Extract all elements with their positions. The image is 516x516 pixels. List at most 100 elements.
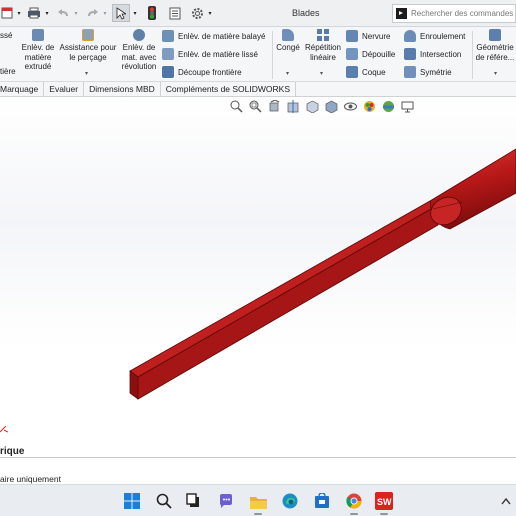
intersect-label: Intersection bbox=[420, 49, 462, 59]
chevron-down-icon[interactable]: ▾ bbox=[72, 4, 80, 22]
linear-pattern-button[interactable]: Répétition linéaire bbox=[302, 29, 344, 62]
redo-button[interactable] bbox=[84, 4, 100, 22]
taskbar-search-button[interactable] bbox=[154, 491, 174, 511]
intersect-button[interactable]: Intersection bbox=[404, 46, 461, 62]
solidworks-icon: SW bbox=[375, 492, 393, 510]
draft-label: Dépouille bbox=[362, 49, 396, 59]
rib-button[interactable]: Nervure bbox=[346, 28, 390, 44]
shell-button[interactable]: Coque bbox=[346, 64, 386, 80]
tab-dimensions-mbd[interactable]: Dimensions MBD bbox=[84, 82, 161, 97]
traffic-light-icon bbox=[148, 6, 156, 20]
teams-chat-button[interactable] bbox=[216, 491, 236, 511]
terminal-icon bbox=[396, 8, 407, 19]
hole-wizard-button[interactable]: Assistance pour le perçage bbox=[58, 29, 118, 62]
edge-browser-button[interactable] bbox=[280, 491, 300, 511]
fillet-button[interactable]: Congé bbox=[275, 29, 301, 53]
file-explorer-button[interactable] bbox=[248, 491, 268, 515]
revolved-cut-button[interactable]: Enlèv. de mat. avec révolution bbox=[119, 29, 159, 72]
new-document-icon bbox=[1, 7, 13, 19]
solidworks-button[interactable]: SW bbox=[374, 491, 394, 515]
undo-button[interactable] bbox=[55, 4, 71, 22]
blade-side-face[interactable] bbox=[137, 204, 439, 400]
chrome-icon bbox=[346, 493, 362, 509]
graphics-area[interactable]: rique bbox=[0, 97, 516, 457]
ribbon-cut-item-top[interactable]: ssé bbox=[0, 31, 12, 41]
status-bar: aire uniquement bbox=[0, 457, 516, 484]
title-bar: ▾ ▾ ▾ ▾ ▾ ▾ Blades Rechercher des comman… bbox=[0, 0, 516, 27]
chevron-down-icon[interactable]: ▾ bbox=[15, 4, 23, 22]
chevron-down-icon[interactable]: ▾ bbox=[101, 4, 109, 22]
linear-pattern-line-1: Répétition bbox=[304, 43, 342, 52]
edge-icon bbox=[282, 493, 298, 509]
store-icon bbox=[315, 493, 329, 508]
tray-overflow-button[interactable] bbox=[496, 491, 516, 511]
mirror-button[interactable]: Symétrie bbox=[404, 64, 452, 80]
print-button[interactable] bbox=[26, 4, 42, 22]
file-properties-icon bbox=[169, 7, 181, 19]
blade-top-face[interactable] bbox=[129, 200, 439, 378]
reference-geometry-line-2: de référe... bbox=[475, 52, 515, 62]
windows-start-button[interactable] bbox=[122, 491, 142, 511]
document-title: Blades bbox=[292, 8, 320, 18]
revolved-cut-line-3: révolution bbox=[121, 62, 157, 71]
redo-icon bbox=[87, 9, 98, 16]
teams-chat-icon bbox=[220, 494, 232, 508]
extruded-cut-line-3: extrudé bbox=[24, 62, 52, 71]
swept-cut-icon bbox=[162, 30, 174, 42]
lofted-cut-label: Enlèv. de matière lissé bbox=[178, 49, 258, 59]
chevron-down-icon[interactable]: ▾ bbox=[286, 70, 289, 77]
select-button[interactable] bbox=[112, 4, 130, 22]
gear-icon bbox=[191, 7, 203, 19]
command-search-input[interactable]: Rechercher des commandes bbox=[392, 4, 516, 23]
mirror-label: Symétrie bbox=[420, 67, 452, 77]
microsoft-store-button[interactable] bbox=[312, 491, 332, 511]
reference-geometry-button[interactable]: Géométrie de référe... bbox=[474, 29, 516, 62]
chevron-down-icon[interactable]: ▾ bbox=[320, 70, 323, 77]
chevron-down-icon[interactable]: ▾ bbox=[494, 70, 497, 77]
undo-icon bbox=[57, 9, 68, 16]
swept-cut-button[interactable]: Enlèv. de matière balayé bbox=[162, 28, 265, 44]
blade-model[interactable] bbox=[0, 97, 516, 457]
chrome-browser-button[interactable] bbox=[344, 491, 364, 515]
printer-icon bbox=[28, 7, 40, 19]
ribbon-cut-item-bottom[interactable]: tière bbox=[0, 67, 16, 77]
chevron-down-icon[interactable]: ▾ bbox=[206, 4, 214, 22]
draft-button[interactable]: Dépouille bbox=[346, 46, 395, 62]
command-manager-tabs: Marquage Evaluer Dimensions MBD Compléme… bbox=[0, 82, 516, 97]
rebuild-button[interactable] bbox=[146, 4, 158, 22]
reference-geometry-line-1: Géométrie bbox=[476, 43, 514, 52]
ribbon-separator bbox=[472, 31, 473, 79]
axis-triad-icon bbox=[0, 425, 8, 433]
rib-icon bbox=[346, 30, 358, 42]
shell-label: Coque bbox=[362, 67, 386, 77]
task-view-button[interactable] bbox=[184, 491, 204, 511]
new-document-button[interactable] bbox=[0, 4, 14, 22]
extruded-cut-button[interactable]: Enlèv. de matière extrudé bbox=[18, 29, 58, 72]
svg-text:SW: SW bbox=[377, 497, 392, 507]
tab-evaluer[interactable]: Evaluer bbox=[44, 82, 85, 97]
swept-cut-label: Enlèv. de matière balayé bbox=[178, 31, 266, 41]
boundary-cut-label: Découpe frontière bbox=[178, 67, 242, 77]
fillet-icon bbox=[282, 29, 294, 41]
extruded-cut-line-2: matière bbox=[24, 52, 52, 62]
ribbon-separator bbox=[272, 31, 273, 79]
windows-taskbar: SW bbox=[0, 484, 516, 516]
chevron-down-icon[interactable]: ▾ bbox=[43, 4, 51, 22]
windows-start-icon bbox=[124, 493, 140, 509]
mirror-icon bbox=[404, 66, 416, 78]
wrap-button[interactable]: Enroulement bbox=[404, 28, 465, 44]
file-properties-button[interactable] bbox=[167, 4, 183, 22]
chevron-down-icon[interactable]: ▾ bbox=[131, 4, 139, 22]
shell-icon bbox=[346, 66, 358, 78]
reference-geometry-icon bbox=[489, 29, 501, 41]
tab-solidworks-addins[interactable]: Compléments de SOLIDWORKS bbox=[161, 82, 296, 97]
wrap-label: Enroulement bbox=[420, 31, 466, 41]
options-button[interactable] bbox=[189, 4, 205, 22]
chevron-down-icon[interactable]: ▾ bbox=[85, 70, 88, 77]
revolved-cut-line-1: Enlèv. de bbox=[122, 43, 156, 52]
hole-wizard-line-2: le perçage bbox=[69, 52, 107, 62]
tab-marquage[interactable]: Marquage bbox=[0, 82, 45, 97]
lofted-cut-button[interactable]: Enlèv. de matière lissé bbox=[162, 46, 258, 62]
boundary-cut-button[interactable]: Découpe frontière bbox=[162, 64, 242, 80]
extruded-cut-line-1: Enlèv. de bbox=[21, 43, 55, 52]
